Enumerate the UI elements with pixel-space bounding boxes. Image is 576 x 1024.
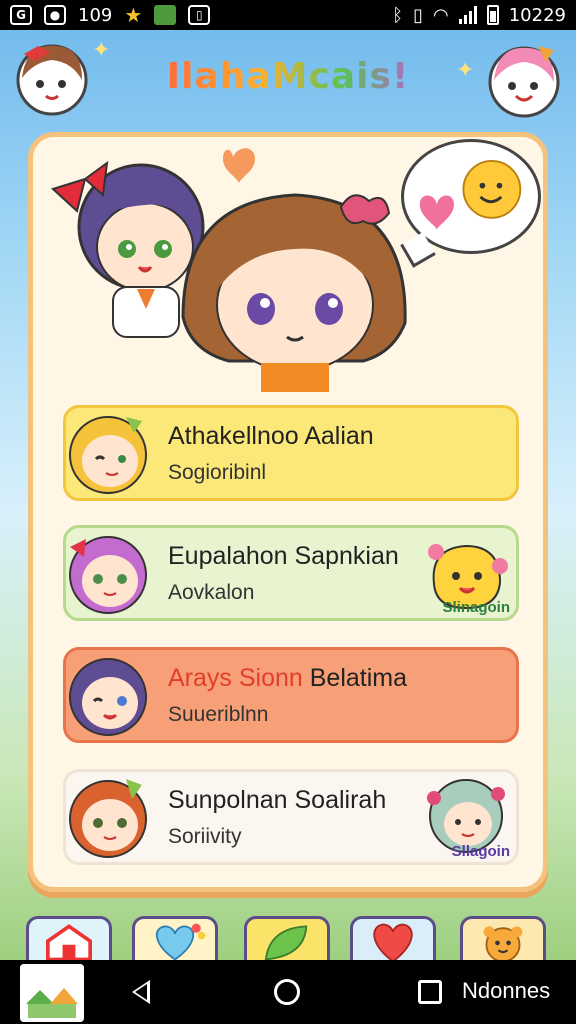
smiley-flower-icon — [462, 160, 522, 219]
list-item-badge: Slinagoin — [442, 599, 511, 616]
bear-icon — [483, 926, 523, 963]
status-time: 10229 — [508, 4, 566, 26]
favorite-tab[interactable] — [350, 916, 436, 966]
battery-icon — [486, 5, 499, 25]
purple-hair-girl-icon — [51, 160, 205, 338]
bottom-tab-bar — [0, 912, 576, 966]
wifi-icon: ◠ — [433, 4, 449, 26]
leaf-icon — [264, 925, 308, 961]
list-item-title: Athakellnoo Aalian — [168, 421, 374, 450]
list-item-subtitle: Suueriblnn — [168, 702, 269, 726]
screenshot-icon: ▯ — [188, 5, 211, 25]
home-icon — [46, 924, 92, 962]
list-item-subtitle: Soriivity — [168, 824, 242, 848]
list-item-title: Arays Sionn Belatima — [168, 664, 407, 693]
bluetooth-icon: ᛒ — [392, 4, 404, 26]
leaf-tab[interactable] — [244, 916, 330, 966]
system-navigation-bar: Ndonnes — [0, 960, 576, 1024]
red-heart-icon — [373, 923, 413, 963]
heart-tab[interactable] — [132, 916, 218, 966]
heart-icon — [419, 195, 454, 230]
home-button[interactable] — [274, 979, 300, 1005]
list-item-title: Sunpolnan Soalirah — [168, 785, 387, 814]
blue-heart-icon — [155, 923, 206, 961]
main-card: Athakellnoo Aalian Sogioribinl Eupalahon… — [28, 132, 548, 892]
list-item[interactable]: Athakellnoo Aalian Sogioribinl — [63, 405, 519, 501]
right-avatar-sticker[interactable] — [482, 36, 566, 120]
photo-icon: ● — [44, 5, 66, 25]
g-icon: G — [10, 5, 32, 25]
orange-hair-girl-avatar — [69, 779, 147, 858]
status-bar: G ● 109 ★ ▯ ᛒ ▯ ◠ 10229 — [0, 0, 576, 30]
signal-icon — [458, 6, 477, 24]
left-avatar-sticker[interactable] — [10, 34, 94, 118]
star-icon: ★ — [124, 3, 143, 27]
list-item-subtitle: Sogioribinl — [168, 460, 267, 484]
list-item[interactable]: Sunpolnan Soalirah Soriivity Sllagoin — [63, 769, 519, 865]
profile-tab[interactable] — [460, 916, 546, 966]
pink-hair-girl-avatar — [69, 536, 147, 614]
list-item-subtitle: Aovkalon — [168, 580, 255, 604]
map-icon — [154, 5, 177, 25]
sparkle-icon: ✦ — [456, 58, 475, 83]
purple-hair-boy-avatar — [69, 658, 147, 736]
blonde-girl-avatar — [69, 416, 147, 494]
app-title: IlahaMcais! — [150, 46, 426, 106]
list-item-title: Eupalahon Sapnkian — [168, 541, 399, 570]
app-thumbnail-icon[interactable] — [20, 964, 84, 1022]
list-item-title-accent: Arays Sionn — [168, 663, 303, 692]
status-left-text: 109 — [78, 4, 113, 26]
nav-label: Ndonnes — [462, 978, 551, 1003]
list-item[interactable]: Eupalahon Sapnkian Aovkalon Slinagoin — [63, 525, 519, 621]
brown-hair-girl-icon — [181, 193, 407, 392]
list-item-title-rest: Belatima — [302, 663, 408, 692]
list-item[interactable]: Arays Sionn Belatima Suueriblnn — [63, 647, 519, 743]
list-item-badge: Sllagoin — [451, 843, 510, 860]
sparkle-icon: ✦ — [92, 38, 111, 63]
home-tab[interactable] — [26, 916, 112, 966]
back-button[interactable] — [132, 980, 150, 1004]
vibrate-icon: ▯ — [413, 4, 424, 26]
recent-apps-button[interactable] — [418, 980, 442, 1004]
